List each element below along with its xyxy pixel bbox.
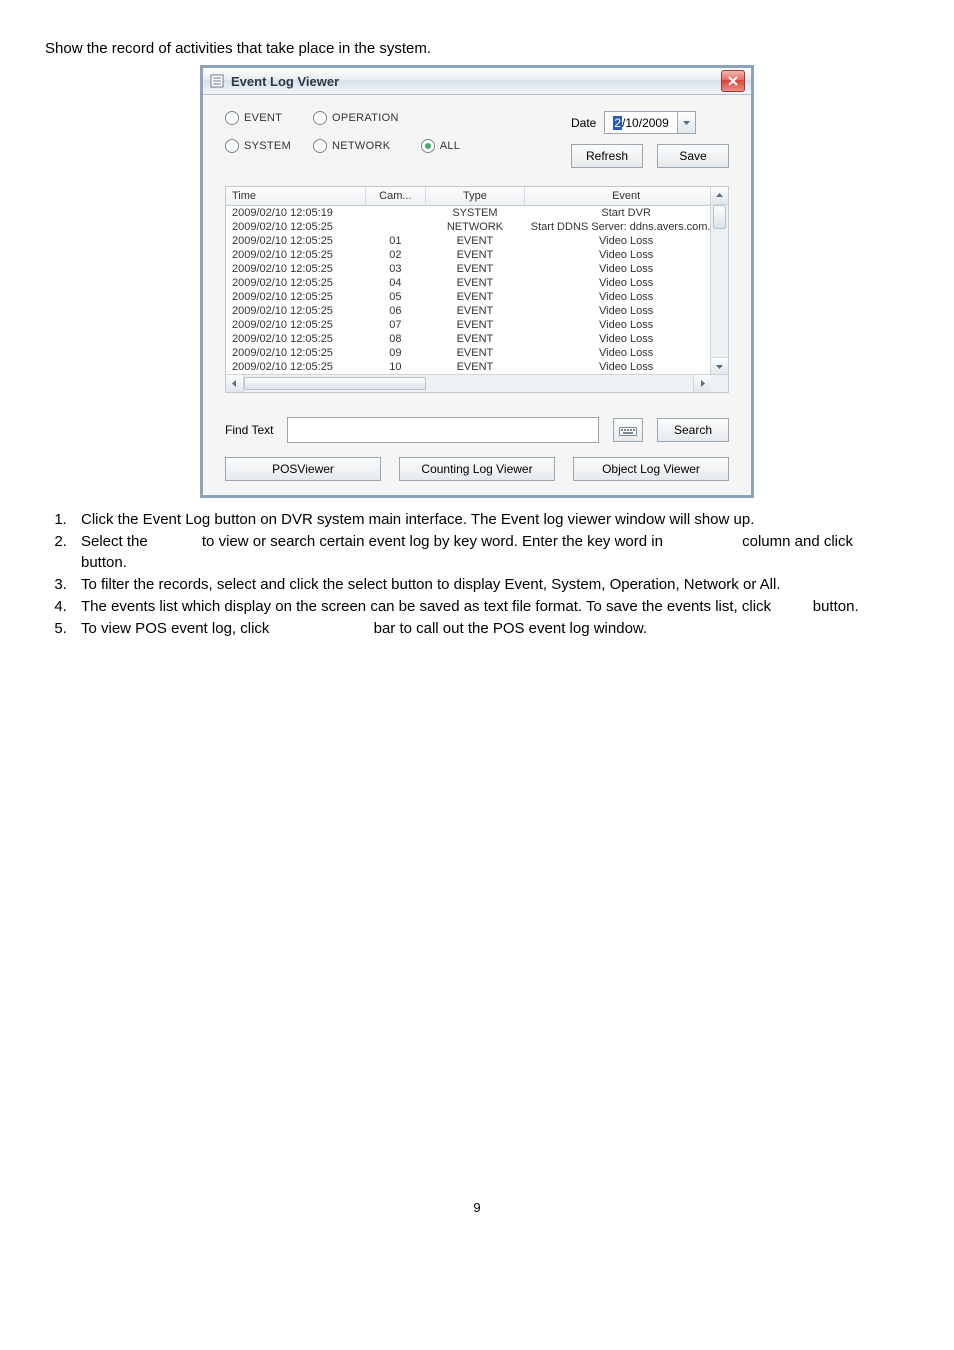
radio-network[interactable]: NETWORK [313,139,399,153]
title-bar: Event Log Viewer [203,68,751,95]
table-row[interactable]: 2009/02/10 12:05:2507EVENTVideo Loss [226,318,728,332]
date-value-hl: 2 [613,116,622,130]
step-4: The events list which display on the scr… [71,597,909,617]
search-button[interactable]: Search [657,418,729,442]
step-5: To view POS event log, click bar to call… [71,619,909,639]
scroll-down-icon[interactable] [711,357,728,375]
date-label: Date [571,116,596,130]
table-row[interactable]: 2009/02/10 12:05:2509EVENTVideo Loss [226,346,728,360]
page-number: 9 [45,1200,909,1215]
table-row[interactable]: 2009/02/10 12:05:2504EVENTVideo Loss [226,276,728,290]
radio-network-label: NETWORK [332,140,390,152]
save-button[interactable]: Save [657,144,729,168]
vertical-scrollbar[interactable] [710,187,728,375]
posviewer-button[interactable]: POSViewer [225,457,381,481]
app-icon [209,73,225,89]
table-row[interactable]: 2009/02/10 12:05:2502EVENTVideo Loss [226,248,728,262]
step-3: To filter the records, select and click … [71,575,909,595]
find-text-label: Find Text [225,423,273,437]
table-row[interactable]: 2009/02/10 12:05:2503EVENTVideo Loss [226,262,728,276]
table-row[interactable]: 2009/02/10 12:05:2505EVENTVideo Loss [226,290,728,304]
refresh-button[interactable]: Refresh [571,144,643,168]
window-title: Event Log Viewer [231,74,339,89]
table-row[interactable]: 2009/02/10 12:05:2508EVENTVideo Loss [226,332,728,346]
step-1: Click the Event Log button on DVR system… [71,510,909,530]
col-event[interactable]: Event [525,187,728,206]
table-row[interactable]: 2009/02/10 12:05:2501EVENTVideo Loss [226,234,728,248]
event-log-window: Event Log Viewer EVENT OPERATION SYSTEM … [200,65,754,498]
scroll-up-icon[interactable] [711,187,728,205]
scroll-left-icon[interactable] [226,375,244,392]
counting-log-button[interactable]: Counting Log Viewer [399,457,555,481]
object-log-button[interactable]: Object Log Viewer [573,457,729,481]
event-table: Time Cam... Type Event 2009/02/10 12:05:… [225,186,729,393]
table-row[interactable]: 2009/02/10 12:05:25NETWORKStart DDNS Ser… [226,220,728,234]
radio-operation[interactable]: OPERATION [313,111,399,125]
table-row[interactable]: 2009/02/10 12:05:19SYSTEMStart DVR [226,206,728,221]
find-text-input[interactable] [287,417,599,443]
step-2: Select the to view or search certain eve… [71,532,909,573]
table-row[interactable]: 2009/02/10 12:05:2506EVENTVideo Loss [226,304,728,318]
radio-system[interactable]: SYSTEM [225,139,291,153]
hscroll-thumb[interactable] [244,377,426,390]
instruction-list: Click the Event Log button on DVR system… [45,510,909,640]
radio-event[interactable]: EVENT [225,111,291,125]
col-type[interactable]: Type [425,187,525,206]
chevron-down-icon[interactable] [677,112,695,133]
keyboard-icon[interactable] [613,418,643,442]
radio-all-label: ALL [440,140,460,152]
scroll-thumb[interactable] [713,205,726,229]
horizontal-scrollbar[interactable] [226,374,728,392]
date-picker[interactable]: 2/10/2009 [604,111,695,134]
scroll-right-icon[interactable] [693,375,711,392]
intro-text: Show the record of activities that take … [45,40,909,57]
close-button[interactable] [721,70,745,92]
radio-event-label: EVENT [244,112,282,124]
radio-all[interactable]: ALL [421,139,460,153]
col-cam[interactable]: Cam... [366,187,425,206]
radio-system-label: SYSTEM [244,140,291,152]
col-time[interactable]: Time [226,187,366,206]
date-value-rest: /10/2009 [622,116,669,130]
table-row[interactable]: 2009/02/10 12:05:2510EVENTVideo Loss [226,360,728,374]
radio-operation-label: OPERATION [332,112,399,124]
